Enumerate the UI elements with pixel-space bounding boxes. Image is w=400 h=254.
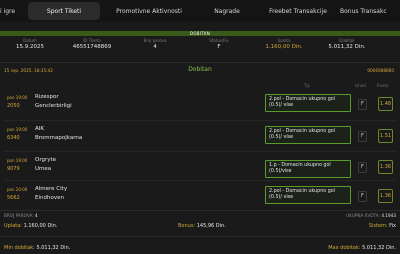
column-header-kvota: Kvota <box>377 83 389 88</box>
stake-value: 1.160,00 Din. <box>23 223 58 229</box>
home-team: Rizespor <box>35 94 59 100</box>
info-winnings: Dobitak 5.011,32 Din. <box>317 38 377 52</box>
match-code: 6340 <box>7 135 20 141</box>
pairs-label: BROJ PAROVA: <box>4 213 34 218</box>
bet-outcome: F <box>358 131 367 142</box>
info-value: 15.9.2025 <box>16 44 44 50</box>
divider <box>0 62 400 63</box>
match-row[interactable]: pon 19:00 9079 Orgryte Umea 1.p - Domaci… <box>0 155 400 179</box>
column-header-tip: Tip <box>304 83 310 88</box>
tab-rewards[interactable]: Nagrade <box>196 2 258 20</box>
tab-games[interactable]: i igre <box>0 2 22 20</box>
bet-outcome: F <box>358 99 367 110</box>
match-code: 5662 <box>7 195 20 201</box>
ticket-details-page: i igre Sport Tiketi Promotivne Aktivnost… <box>0 0 400 254</box>
match-code: 9079 <box>7 166 20 172</box>
pairs-value: 4 <box>35 213 38 218</box>
bonus-value: 145,96 Din. <box>196 223 226 229</box>
ticket-result: Dobitan <box>188 66 212 73</box>
info-ticket-id: ID Tiketa 46551748869 <box>62 38 122 52</box>
row-divider <box>4 120 396 121</box>
bet-odd: 1.36 <box>378 160 393 174</box>
system-label: Sistem: <box>368 223 388 229</box>
divider <box>0 236 400 237</box>
info-stake: Uplata 1.160,00 Din. <box>254 38 314 52</box>
ticket-status-row: Dobitan 15 sep. 2025, 18:35:42 000698866… <box>0 66 400 76</box>
match-time: pon 19:00 <box>7 158 28 163</box>
ticket-info: Datum 15.9.2025 ID Tiketa 46551748869 Br… <box>0 38 400 58</box>
info-value: 5.011,32 Din. <box>328 44 366 50</box>
system: Sistem: Fix <box>369 223 396 229</box>
column-header-ishod: Ishod <box>355 83 366 88</box>
stake: Uplata: 1.160,00 Din. <box>4 223 57 229</box>
ticket-status-banner: DOBITAN <box>0 31 400 36</box>
match-row[interactable]: pon 20:00 5662 Almere City Eindhoven 2.p… <box>0 184 400 208</box>
info-status-fix: Status/Fix F <box>189 38 249 52</box>
bonus: Bonus: 145,96 Din. <box>178 223 226 229</box>
bet-odd: 1.51 <box>378 129 393 143</box>
bet-tip: 2.pol - Domacin ukupno gol (0.5)/ vise <box>265 126 351 144</box>
tab-sport-tickets[interactable]: Sport Tiketi <box>28 2 100 20</box>
bet-outcome: F <box>358 191 367 202</box>
total-odds-label: UKUPNA KVOTA: <box>346 213 380 218</box>
max-winnings-value: 5.011,32 Din. <box>362 245 396 251</box>
bet-odd: 1.36 <box>378 189 393 203</box>
bet-tip: 2.pol - Domacin ukupno gol (0.5)/ vise <box>265 94 351 112</box>
max-winnings: Max dobitak: 5.011,32 Din. <box>328 245 396 251</box>
ticket-code: 0006988660 <box>367 68 394 73</box>
bet-tip: 2.pol - Domacin ukupno gol (0.5)/ vise <box>265 186 351 204</box>
row-divider <box>4 180 396 181</box>
away-team: Brommapojkarna <box>35 135 83 141</box>
tab-bar: i igre Sport Tiketi Promotivne Aktivnost… <box>0 0 400 22</box>
bet-odd: 1.48 <box>378 97 393 111</box>
max-winnings-label: Max dobitak: <box>328 245 361 251</box>
min-winnings: Min dobitak: 5.011,32 Din. <box>4 245 70 251</box>
info-value: 1.160,00 Din. <box>265 44 303 50</box>
stake-label: Uplata: <box>4 223 22 229</box>
home-team: AIK <box>35 126 44 132</box>
info-value: 46551748869 <box>72 44 112 50</box>
row-divider <box>4 151 396 152</box>
home-team: Almere City <box>35 186 68 192</box>
info-date: Datum 15.9.2025 <box>0 38 60 52</box>
tab-freebet-transactions[interactable]: Freebet Transakcije <box>262 2 334 20</box>
info-value: 4 <box>153 44 157 50</box>
away-team: Umea <box>35 166 52 172</box>
total-odds: UKUPNA KVOTA: 4.1943 <box>346 213 396 218</box>
tab-bonus-transactions[interactable]: Bonus Transakc <box>340 2 400 20</box>
away-team: Genclerbirligi <box>35 103 72 109</box>
ticket-datetime: 15 sep. 2025, 18:35:42 <box>4 68 53 73</box>
match-row[interactable]: pon 19:00 6340 AIK Brommapojkarna 2.pol … <box>0 124 400 148</box>
bonus-label: Bonus: <box>178 223 196 229</box>
info-value: F <box>217 44 221 50</box>
tab-promotions[interactable]: Promotivne Aktivnosti <box>106 2 192 20</box>
total-odds-value: 4.1943 <box>381 213 396 218</box>
min-winnings-value: 5.011,32 Din. <box>36 245 71 251</box>
match-time: pon 19:00 <box>7 127 28 132</box>
pairs-count: BROJ PAROVA: 4 <box>4 213 38 218</box>
system-value: Fix <box>389 223 396 229</box>
home-team: Orgryte <box>35 157 57 163</box>
bet-tip: 1.p - Domacin ukupno gol (0.5)/vise <box>265 160 351 178</box>
match-code: 2050 <box>7 103 20 109</box>
divider <box>0 210 400 211</box>
match-time: pon 20:00 <box>7 187 28 192</box>
info-pairs: Broj parova 4 <box>125 38 185 52</box>
away-team: Eindhoven <box>35 195 64 201</box>
match-row[interactable]: pon 19:00 2050 Rizespor Genclerbirligi 2… <box>0 92 400 116</box>
bet-outcome: F <box>358 162 367 173</box>
match-time: pon 19:00 <box>7 95 28 100</box>
min-winnings-label: Min dobitak: <box>4 245 35 251</box>
